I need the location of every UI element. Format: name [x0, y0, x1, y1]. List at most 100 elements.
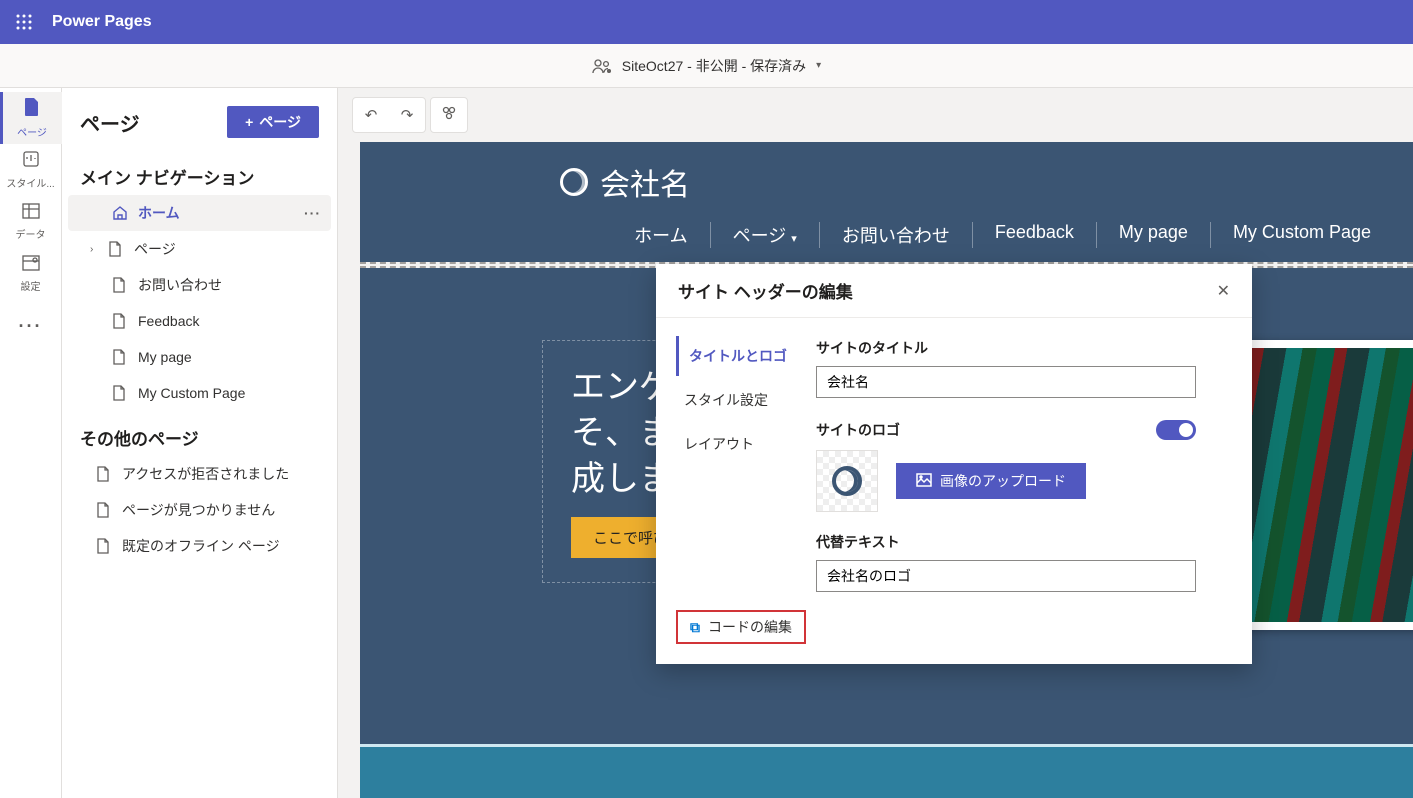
main-nav-section-label: メイン ナビゲーション: [62, 152, 337, 193]
nav-panel-title: ページ: [80, 108, 140, 137]
waffle-icon[interactable]: [8, 6, 40, 38]
tree-item-offline[interactable]: 既定のオフライン ページ: [68, 528, 331, 564]
add-page-button[interactable]: + ページ: [227, 106, 319, 138]
edit-code-button[interactable]: ⧉ コードの編集: [676, 610, 806, 644]
app-brand: Power Pages: [52, 13, 152, 31]
site-title-input[interactable]: [816, 366, 1196, 398]
tree-item-custompage[interactable]: My Custom Page: [68, 375, 331, 411]
tree-label: My Custom Page: [138, 385, 245, 401]
tree-item-mypage[interactable]: My page: [68, 339, 331, 375]
rail-label: データ: [16, 226, 46, 241]
chevron-right-icon[interactable]: ›: [90, 244, 104, 255]
tree-item-home[interactable]: ホーム ···: [68, 195, 331, 231]
other-pages-tree: アクセスが拒否されました ページが見つかりません 既定のオフライン ページ: [62, 454, 337, 566]
nav-link-contact[interactable]: お問い合わせ: [820, 222, 973, 248]
nav-link-feedback[interactable]: Feedback: [973, 222, 1097, 248]
rail-item-style[interactable]: スタイル...: [0, 144, 62, 196]
site-logo-label: サイトのロゴ: [816, 420, 900, 440]
alt-text-input[interactable]: [816, 560, 1196, 592]
page-icon: [96, 538, 114, 554]
site-title: 会社名: [600, 160, 690, 204]
nav-link-pages[interactable]: ページ ▾: [711, 222, 820, 248]
page-icon: [96, 466, 114, 482]
modal-title: サイト ヘッダーの編集: [678, 278, 853, 303]
page-icon: [23, 97, 41, 122]
close-button[interactable]: ✕: [1217, 281, 1230, 301]
site-nav: ホーム ページ ▾ お問い合わせ Feedback My page My Cus…: [360, 204, 1413, 262]
more-icon[interactable]: ···: [304, 205, 321, 221]
site-header[interactable]: 会社名 ホーム ページ ▾ お問い合わせ Feedback My page My…: [360, 142, 1413, 262]
plus-icon: +: [245, 114, 253, 130]
canvas-toolbar: ↶ ↷: [338, 88, 1413, 142]
tree-label: ホーム: [138, 203, 180, 223]
rail-label: ページ: [17, 124, 47, 139]
site-title-label: サイトのタイトル: [816, 338, 1224, 358]
more-icon: ···: [19, 316, 43, 337]
sub-header: SiteOct27 - 非公開 - 保存済み ▾: [0, 44, 1413, 88]
page-icon: [112, 349, 130, 365]
tab-title-logo[interactable]: タイトルとロゴ: [676, 336, 816, 376]
logo-preview: [816, 450, 878, 512]
tree-label: ページ: [134, 239, 176, 259]
tab-style[interactable]: スタイル設定: [676, 380, 816, 420]
page-icon: [112, 385, 130, 401]
vscode-icon: ⧉: [690, 619, 700, 636]
tree-label: ページが見つかりません: [122, 500, 275, 520]
tree-item-access-denied[interactable]: アクセスが拒否されました: [68, 456, 331, 492]
add-page-label: ページ: [259, 112, 301, 132]
edit-code-label: コードの編集: [708, 617, 792, 637]
logo-preview-icon: [832, 466, 862, 496]
page-icon: [112, 313, 130, 329]
other-pages-section-label: その他のページ: [62, 413, 337, 454]
tree-item-contact[interactable]: お問い合わせ: [68, 267, 331, 303]
components-icon: [441, 105, 457, 125]
header-edit-modal: サイト ヘッダーの編集 ✕ タイトルとロゴ スタイル設定 レイアウト ⧉ コード…: [656, 264, 1252, 664]
nav-panel: ページ + ページ メイン ナビゲーション ホーム ··· › ページ お問い合…: [62, 88, 338, 798]
site-status-text[interactable]: SiteOct27 - 非公開 - 保存済み: [622, 56, 806, 76]
tree-label: 既定のオフライン ページ: [122, 536, 280, 556]
nav-link-mypage[interactable]: My page: [1097, 222, 1211, 248]
rail-item-pages[interactable]: ページ: [0, 92, 62, 144]
data-icon: [22, 203, 40, 224]
rail-item-settings[interactable]: 設定: [0, 248, 62, 300]
upload-image-button[interactable]: 画像のアップロード: [896, 463, 1086, 499]
style-icon: [22, 150, 40, 173]
page-icon: [108, 241, 126, 257]
logo-toggle[interactable]: [1156, 420, 1196, 440]
rail-item-data[interactable]: データ: [0, 196, 62, 248]
alt-text-label: 代替テキスト: [816, 532, 1224, 552]
tree-label: Feedback: [138, 313, 199, 329]
tree-label: アクセスが拒否されました: [122, 464, 289, 484]
page-icon: [96, 502, 114, 518]
site-logo-icon: [560, 168, 588, 196]
redo-button[interactable]: ↷: [389, 97, 425, 133]
home-icon: [112, 205, 130, 221]
tree-item-feedback[interactable]: Feedback: [68, 303, 331, 339]
settings-icon: [22, 255, 40, 276]
components-button[interactable]: [431, 97, 467, 133]
main-nav-tree: ホーム ··· › ページ お問い合わせ Feedback My page: [62, 193, 337, 413]
tree-item-pages[interactable]: › ページ: [68, 231, 331, 267]
footer-band[interactable]: [360, 744, 1413, 798]
rail-label: スタイル...: [6, 175, 54, 190]
caret-down-icon: ▾: [791, 233, 797, 245]
redo-icon: ↷: [401, 106, 414, 124]
rail-item-more[interactable]: ···: [0, 300, 62, 352]
left-rail: ページ スタイル... データ 設定 ···: [0, 88, 62, 798]
top-bar: Power Pages: [0, 0, 1413, 44]
nav-link-home[interactable]: ホーム: [612, 222, 710, 248]
undo-button[interactable]: ↶: [353, 97, 389, 133]
undo-icon: ↶: [365, 106, 378, 124]
site-people-icon: [592, 58, 612, 74]
chevron-down-icon[interactable]: ▾: [816, 60, 821, 71]
nav-link-custom[interactable]: My Custom Page: [1211, 222, 1393, 248]
tree-label: My page: [138, 349, 192, 365]
rail-label: 設定: [21, 278, 41, 293]
image-icon: [916, 473, 932, 490]
tree-item-not-found[interactable]: ページが見つかりません: [68, 492, 331, 528]
tab-layout[interactable]: レイアウト: [676, 424, 816, 464]
page-icon: [112, 277, 130, 293]
upload-label: 画像のアップロード: [940, 471, 1066, 491]
close-icon: ✕: [1217, 283, 1230, 300]
modal-tabs: タイトルとロゴ スタイル設定 レイアウト ⧉ コードの編集: [656, 318, 816, 664]
